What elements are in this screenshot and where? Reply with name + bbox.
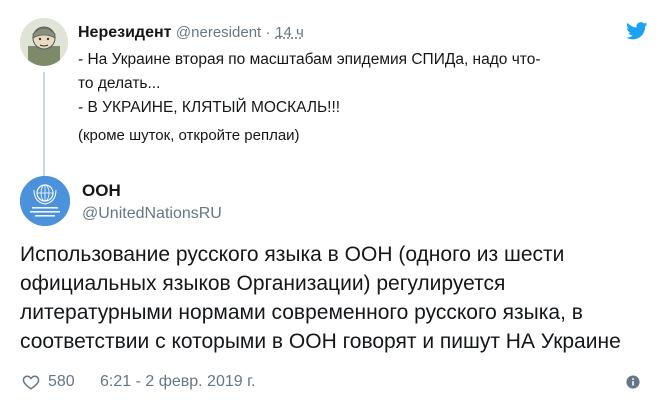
parent-tweet-header: Нерезидент @neresident · 14 ч [78, 22, 638, 44]
main-text-line: официальных языков Организации) регулиру… [20, 272, 506, 295]
main-author-handle[interactable]: @UnitedNationsRU [82, 203, 222, 225]
parent-author-handle[interactable]: @neresident [176, 24, 261, 41]
tweet-embed: Нерезидент @neresident · 14 ч - На Украи… [0, 0, 670, 406]
main-tweet-text: Использование русского языка в ООН (одно… [20, 240, 650, 356]
parent-text-line: то делать... [78, 75, 161, 92]
tweet-footer: 580 6:21 - 2 февр. 2019 г. [20, 370, 650, 394]
parent-tweet-text: - На Украине вторая по масштабам эпидеми… [78, 48, 638, 148]
twitter-bird-icon[interactable] [626, 22, 648, 40]
main-avatar[interactable] [20, 176, 70, 226]
tweet-timestamp[interactable]: 6:21 - 2 февр. 2019 г. [100, 370, 255, 394]
parent-avatar[interactable] [20, 18, 68, 66]
parent-text-line: - В УКРАИНЕ, КЛЯТЫЙ МОСКАЛЬ!!! [78, 99, 341, 116]
parent-author-name[interactable]: Нерезидент [78, 24, 171, 41]
thread-line [43, 72, 45, 180]
un-emblem-icon [20, 176, 70, 226]
parent-text-line: - На Украине вторая по масштабам эпидеми… [78, 51, 541, 68]
avatar-illustration-icon [20, 18, 68, 66]
separator-dot: · [265, 24, 271, 41]
main-text-line: литературными нормами современного русск… [20, 301, 583, 324]
parent-tweet-body: Нерезидент @neresident · 14 ч - На Украи… [78, 22, 638, 148]
parent-tweet[interactable]: Нерезидент @neresident · 14 ч - На Украи… [20, 18, 650, 180]
like-count[interactable]: 580 [48, 370, 75, 394]
parent-tweet-time[interactable]: 14 ч [275, 24, 304, 41]
main-text-line: Использование русского языка в ООН (одно… [20, 243, 565, 266]
main-text-line: соответствии с которыми в ООН говорят и … [20, 330, 621, 353]
info-icon[interactable] [626, 375, 640, 389]
heart-icon[interactable] [22, 373, 40, 391]
main-tweet-header: ООН @UnitedNationsRU [20, 176, 650, 232]
main-author-name[interactable]: ООН [82, 180, 121, 202]
parent-text-line: (кроме шуток, откройте реплаи) [78, 127, 300, 144]
